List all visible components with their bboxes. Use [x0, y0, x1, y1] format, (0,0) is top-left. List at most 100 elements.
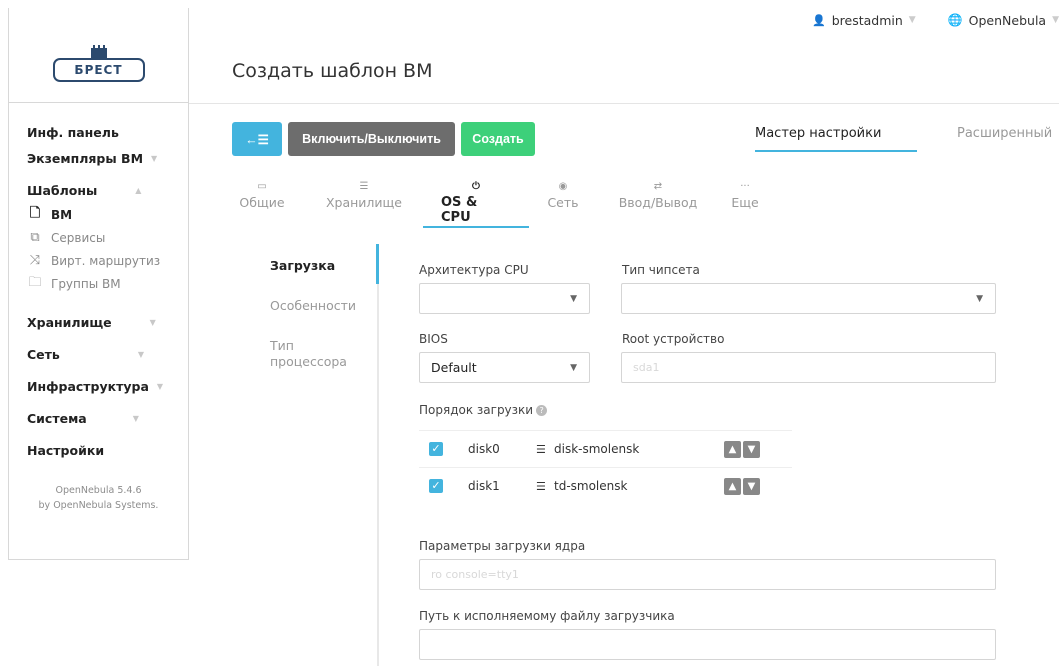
vertical-tabs: Загрузка Особенности Тип процессора	[270, 258, 356, 394]
root-device-label: Root устройство	[622, 332, 725, 346]
move-down-button[interactable]: ▼	[743, 477, 760, 495]
zone-menu[interactable]: 🌐 OpenNebula ▼	[948, 13, 1059, 28]
bootloader-input[interactable]	[419, 629, 996, 660]
menu-network[interactable]: Сеть ▼	[9, 341, 188, 367]
boot-row: ✓ disk0 ☰ disk-smolensk ▲ ▼	[419, 430, 792, 467]
storage-icon: ☰	[359, 181, 369, 192]
company-text: by OpenNebula Systems.	[38, 500, 159, 511]
user-menu[interactable]: 👤 brestadmin ▼	[812, 13, 916, 28]
vtab-divider	[377, 244, 379, 666]
tab-general[interactable]: ▭ Общие	[233, 180, 291, 228]
tab-os-cpu[interactable]: ⏻ OS & CPU	[423, 180, 529, 228]
submenu-label: Группы ВМ	[51, 276, 121, 291]
tab-more[interactable]: ··· Еще	[725, 180, 765, 228]
submenu-label: ВМ	[51, 207, 73, 222]
copy-icon: ⧉	[30, 230, 40, 245]
bios-select[interactable]: Default ▼	[419, 352, 590, 383]
tab-network[interactable]: ◉ Сеть	[543, 180, 583, 228]
version-text: OpenNebula 5.4.6	[55, 485, 142, 496]
chevron-down-icon: ▼	[137, 349, 144, 359]
menu-dashboard[interactable]: Инф. панель	[9, 119, 188, 145]
help-icon[interactable]: ?	[536, 405, 548, 416]
tab-wizard[interactable]: Мастер настройки	[755, 126, 917, 152]
boot-checkbox[interactable]: ✓	[429, 479, 443, 493]
menu-label: Настройки	[27, 442, 105, 458]
chevron-down-icon: ▼	[570, 293, 577, 304]
menu-settings[interactable]: Настройки	[9, 437, 188, 463]
menu-label: Инфраструктура	[27, 378, 149, 394]
tab-label: Общие	[239, 195, 285, 210]
vtab-active-indicator	[376, 244, 379, 284]
create-button[interactable]: Создать	[461, 122, 535, 156]
menu-label: Система	[27, 410, 87, 426]
boot-device-name: disk1	[468, 479, 500, 493]
user-icon: 👤	[812, 13, 826, 27]
menu-label: Экземпляры ВМ	[27, 150, 144, 166]
menu-label: Хранилище	[27, 314, 112, 330]
tab-label: Хранилище	[325, 195, 403, 210]
tab-advanced[interactable]: Расширенный	[957, 126, 1052, 152]
submenu-label: Вирт. маршрутиз	[51, 253, 161, 268]
menu-infrastructure[interactable]: Инфраструктура ▼	[9, 373, 188, 399]
chipset-select[interactable]: ▼	[621, 283, 996, 314]
cpu-arch-label: Архитектура CPU	[419, 263, 529, 277]
bios-label: BIOS	[419, 332, 448, 346]
root-device-input[interactable]: sda1	[621, 352, 996, 383]
page-title: Создать шаблон ВМ	[232, 60, 433, 82]
vtab-boot[interactable]: Загрузка	[270, 258, 356, 274]
folder-icon: 🗀	[28, 274, 42, 290]
tab-label: OS & CPU	[441, 195, 478, 225]
boot-checkbox[interactable]: ✓	[429, 442, 443, 456]
submenu-virtual-routers[interactable]: ⤨ Вирт. маршрутиз	[9, 249, 188, 272]
boot-row: ✓ disk1 ☰ td-smolensk ▲ ▼	[419, 467, 792, 504]
user-name: brestadmin	[831, 12, 903, 28]
disk-icon: ☰	[536, 479, 546, 493]
brest-logo[interactable]: БРЕСТ	[52, 45, 145, 82]
move-down-button[interactable]: ▼	[743, 440, 760, 458]
submenu-services[interactable]: ⧉ Сервисы	[9, 226, 188, 249]
menu-label: Сеть	[27, 346, 60, 362]
chevron-down-icon: ▼	[1052, 15, 1059, 25]
tab-label: Еще	[731, 195, 759, 210]
globe-icon: ◉	[558, 181, 568, 192]
toggle-button[interactable]: Включить/Выключить	[288, 122, 455, 156]
tab-io[interactable]: ⇄ Ввод/Вывод	[613, 180, 703, 228]
sidebar: БРЕСТ Инф. панель Экземпляры ВМ ▼ Шаблоны…	[8, 8, 189, 560]
move-up-button[interactable]: ▲	[724, 440, 741, 458]
ellipsis-icon: ···	[740, 181, 750, 192]
menu-system[interactable]: Система ▼	[9, 405, 188, 431]
menu-templates[interactable]: Шаблоны ▲	[9, 177, 188, 203]
vtab-features[interactable]: Особенности	[270, 298, 356, 314]
cpu-arch-select[interactable]: ▼	[419, 283, 590, 314]
random-icon: ⤨	[29, 253, 41, 268]
tower-icon	[90, 45, 107, 58]
globe-icon: 🌐	[947, 13, 963, 27]
back-to-list-button[interactable]: ←☰	[232, 122, 282, 156]
chevron-up-icon: ▲	[135, 185, 142, 195]
exchange-icon: ⇄	[653, 181, 663, 192]
mode-tabs: Мастер настройки Расширенный	[755, 126, 1059, 152]
template-tabs: ▭ Общие ☰ Хранилище ⏻ OS & CPU ◉ Сеть ⇄ …	[233, 180, 765, 228]
submenu-vm-groups[interactable]: 🗀 Группы ВМ	[9, 272, 188, 295]
logo-area: БРЕСТ	[9, 8, 188, 103]
menu-label: Шаблоны	[27, 182, 98, 198]
top-bar: 👤 brestadmin ▼ 🌐 OpenNebula ▼	[780, 0, 1059, 40]
chevron-down-icon: ▼	[132, 413, 139, 423]
move-up-button[interactable]: ▲	[724, 477, 741, 495]
menu-vm-instances[interactable]: Экземпляры ВМ ▼	[9, 145, 188, 171]
kernel-params-input[interactable]: ro console=tty1	[419, 559, 996, 590]
tab-storage[interactable]: ☰ Хранилище	[315, 180, 413, 228]
main-menu: Инф. панель Экземпляры ВМ ▼ Шаблоны ▲ 🗋 ВМ …	[9, 103, 188, 513]
file-icon: 🗋	[29, 205, 41, 221]
submenu-label: Сервисы	[51, 230, 106, 245]
chevron-down-icon: ▼	[976, 293, 983, 304]
menu-label: Инф. панель	[27, 124, 119, 140]
bootloader-label: Путь к исполняемому файлу загрузчика	[419, 609, 675, 623]
menu-storage[interactable]: Хранилище ▼	[9, 309, 188, 335]
monitor-icon: ▭	[257, 181, 267, 192]
disk-icon: ☰	[536, 442, 546, 456]
chevron-down-icon: ▼	[151, 153, 158, 163]
submenu-vm[interactable]: 🗋 ВМ	[9, 203, 188, 226]
chevron-down-icon: ▼	[156, 381, 164, 391]
vtab-cpu-model[interactable]: Тип процессора	[270, 338, 350, 370]
